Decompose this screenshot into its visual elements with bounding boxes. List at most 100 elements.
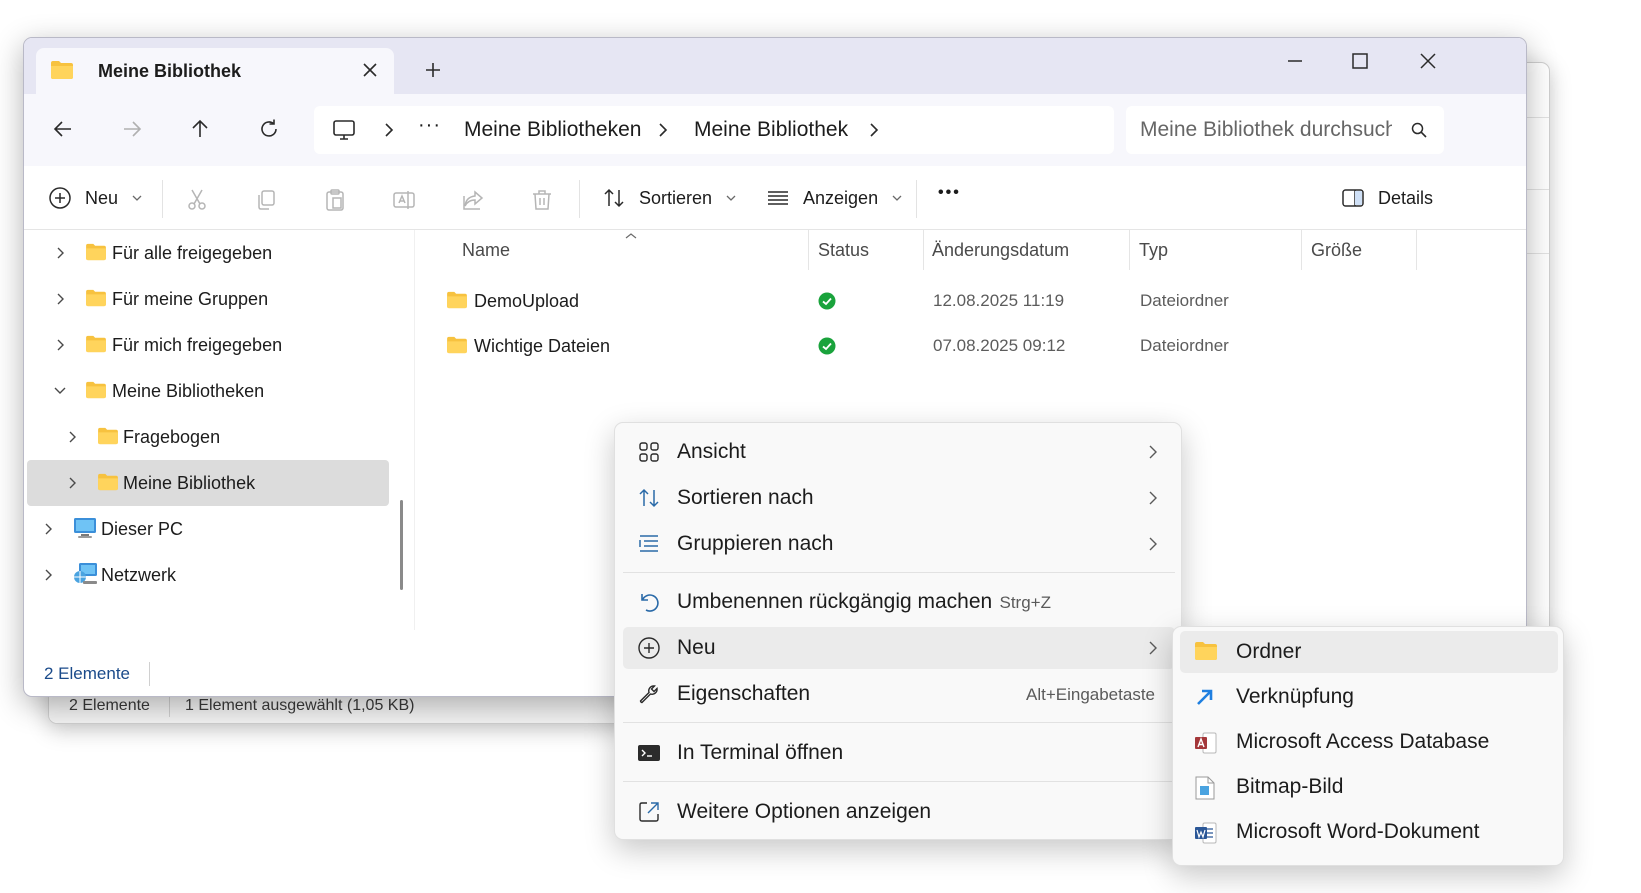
breadcrumb-overflow-icon[interactable]: ··· [418, 114, 441, 137]
sort-button[interactable]: Sortieren [602, 186, 737, 210]
nav-item-dieser-pc[interactable]: Dieser PC [27, 506, 389, 552]
column-separator[interactable] [1416, 230, 1417, 270]
maximize-icon[interactable] [1349, 50, 1371, 72]
toolbar-separator [162, 180, 163, 218]
details-pane-icon [1342, 189, 1364, 207]
submenu-item-access-database[interactable]: Microsoft Access Database [1180, 721, 1558, 763]
nav-item-fuer-mich-freigegeben[interactable]: Für mich freigegeben [27, 322, 389, 368]
chevron-right-icon[interactable] [43, 522, 55, 536]
menu-item-eigenschaften[interactable]: Eigenschaften Alt+Eingabetaste [623, 673, 1175, 715]
close-window-icon[interactable] [1417, 50, 1439, 72]
tab-meine-bibliothek[interactable]: Meine Bibliothek [36, 48, 394, 94]
rename-icon[interactable] [392, 188, 416, 212]
menu-item-weitere-optionen[interactable]: Weitere Optionen anzeigen [623, 791, 1175, 833]
nav-item-meine-bibliothek[interactable]: Meine Bibliothek [27, 460, 389, 506]
file-type: Dateiordner [1140, 291, 1229, 310]
breadcrumb-item[interactable]: Meine Bibliotheken [464, 118, 641, 142]
column-separator[interactable] [1301, 230, 1302, 270]
open-external-icon [637, 800, 661, 824]
search-input[interactable] [1140, 116, 1392, 144]
more-options-button[interactable]: ••• [938, 184, 961, 202]
chevron-right-icon[interactable] [55, 338, 67, 352]
column-header-date[interactable]: Änderungsdatum [932, 240, 1069, 261]
column-header-type[interactable]: Typ [1139, 240, 1168, 261]
view-button-label: Anzeigen [803, 187, 879, 208]
submenu-item-word-dokument[interactable]: Microsoft Word-Dokument [1180, 811, 1558, 853]
refresh-icon[interactable] [258, 118, 280, 140]
breadcrumb-chevron-icon[interactable] [867, 122, 881, 138]
title-bar: Meine Bibliothek [24, 38, 1526, 94]
menu-item-neu[interactable]: Neu [623, 627, 1175, 669]
nav-item-netzwerk[interactable]: Netzwerk [27, 552, 389, 598]
column-header-size[interactable]: Größe [1311, 240, 1362, 261]
nav-item-label: Meine Bibliotheken [112, 381, 265, 401]
menu-item-sortieren-nach[interactable]: Sortieren nach [623, 477, 1175, 519]
sort-icon [604, 188, 624, 208]
nav-item-fragebogen[interactable]: Fragebogen [27, 414, 389, 460]
sync-ok-icon [818, 337, 836, 355]
view-button[interactable]: Anzeigen [766, 186, 903, 210]
submenu-item-bitmap-bild[interactable]: Bitmap-Bild [1180, 766, 1558, 808]
menu-item-shortcut: Alt+Eingabetaste [1025, 685, 1155, 704]
column-header-name[interactable]: Name [462, 240, 510, 261]
table-row[interactable]: Wichtige Dateien 07.08.2025 09:12 Dateio… [438, 323, 1498, 367]
nav-scrollbar[interactable] [400, 500, 403, 590]
add-circle-icon [637, 636, 661, 660]
breadcrumb[interactable]: ··· Meine Bibliotheken Meine Bibliothek [314, 106, 1114, 154]
cut-icon[interactable] [185, 188, 209, 212]
close-tab-icon[interactable] [360, 60, 380, 80]
search-icon[interactable] [1410, 121, 1428, 139]
forward-arrow-icon[interactable] [121, 118, 143, 140]
chevron-right-icon[interactable] [55, 246, 67, 260]
column-separator[interactable] [1129, 230, 1130, 270]
folder-icon [85, 289, 107, 307]
new-button[interactable]: Neu [48, 186, 143, 210]
menu-separator [623, 781, 1175, 782]
nav-item-meine-bibliotheken[interactable]: Meine Bibliotheken [27, 368, 389, 414]
breadcrumb-chevron-icon[interactable] [382, 122, 396, 138]
new-tab-icon[interactable] [424, 61, 442, 79]
folder-icon [446, 336, 468, 354]
table-row[interactable]: DemoUpload 12.08.2025 11:19 Dateiordner [438, 278, 1498, 322]
address-bar: ··· Meine Bibliotheken Meine Bibliothek [24, 94, 1526, 166]
nav-item-label: Für meine Gruppen [112, 289, 269, 309]
back-arrow-icon[interactable] [52, 118, 74, 140]
chevron-down-icon[interactable] [53, 385, 67, 397]
details-button[interactable]: Details [1341, 186, 1433, 210]
copy-icon[interactable] [254, 188, 278, 212]
up-arrow-icon[interactable] [189, 118, 211, 140]
nav-item-fuer-alle-freigegeben[interactable]: Für alle freigegeben [27, 230, 389, 276]
menu-item-gruppieren-nach[interactable]: Gruppieren nach [623, 523, 1175, 565]
minimize-icon[interactable] [1284, 50, 1306, 72]
sort-icon [637, 486, 661, 510]
folder-icon [85, 243, 107, 261]
nav-item-label: Meine Bibliothek [123, 473, 256, 493]
pc-monitor-icon[interactable] [332, 118, 356, 142]
chevron-right-icon[interactable] [55, 292, 67, 306]
column-separator[interactable] [808, 230, 809, 270]
chevron-down-icon [892, 195, 902, 201]
delete-icon[interactable] [530, 188, 554, 212]
breadcrumb-item[interactable]: Meine Bibliothek [694, 118, 848, 142]
menu-item-umbenennen-rueckgaengig[interactable]: Umbenennen rückgängig machen Strg+Z [623, 581, 1175, 623]
folder-icon [97, 473, 119, 491]
access-icon [1194, 731, 1218, 755]
menu-item-in-terminal-oeffnen[interactable]: In Terminal öffnen [623, 732, 1175, 774]
submenu-item-verknuepfung[interactable]: Verknüpfung [1180, 676, 1558, 718]
chevron-right-icon[interactable] [67, 430, 79, 444]
pane-divider[interactable] [414, 230, 415, 630]
submenu-item-label: Bitmap-Bild [1236, 775, 1344, 798]
menu-item-shortcut: Strg+Z [999, 593, 1052, 612]
menu-item-ansicht[interactable]: Ansicht [623, 431, 1175, 473]
share-icon[interactable] [461, 188, 485, 212]
menu-item-label: Eigenschaften [677, 682, 811, 705]
chevron-right-icon[interactable] [67, 476, 79, 490]
sync-ok-icon [818, 292, 836, 310]
nav-item-fuer-meine-gruppen[interactable]: Für meine Gruppen [27, 276, 389, 322]
column-separator[interactable] [923, 230, 924, 270]
chevron-right-icon[interactable] [43, 568, 55, 582]
column-header-status[interactable]: Status [818, 240, 869, 261]
submenu-item-ordner[interactable]: Ordner [1180, 631, 1558, 673]
paste-icon[interactable] [323, 188, 347, 212]
breadcrumb-chevron-icon[interactable] [656, 122, 670, 138]
